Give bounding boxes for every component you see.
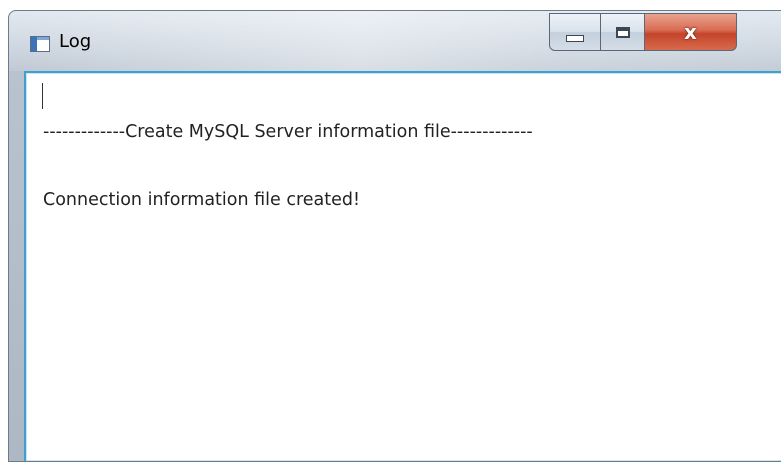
log-window: Log x -------------Create MySQL Server i… [8,10,781,462]
application-window-icon[interactable] [30,36,50,52]
log-line-status: Connection information file created! [43,190,361,210]
maximize-button[interactable] [601,13,645,51]
log-line-header: -------------Create MySQL Server informa… [43,122,533,142]
minimize-button[interactable] [549,13,601,51]
window-controls: x [549,13,737,51]
close-icon: x [684,20,697,44]
log-textbox[interactable]: -------------Create MySQL Server informa… [24,71,781,461]
text-caret [42,83,43,109]
maximize-icon [615,26,630,38]
window-title: Log [59,31,92,52]
title-bar[interactable]: Log x [9,11,781,71]
close-button[interactable]: x [645,13,737,51]
minimize-icon [566,34,584,42]
